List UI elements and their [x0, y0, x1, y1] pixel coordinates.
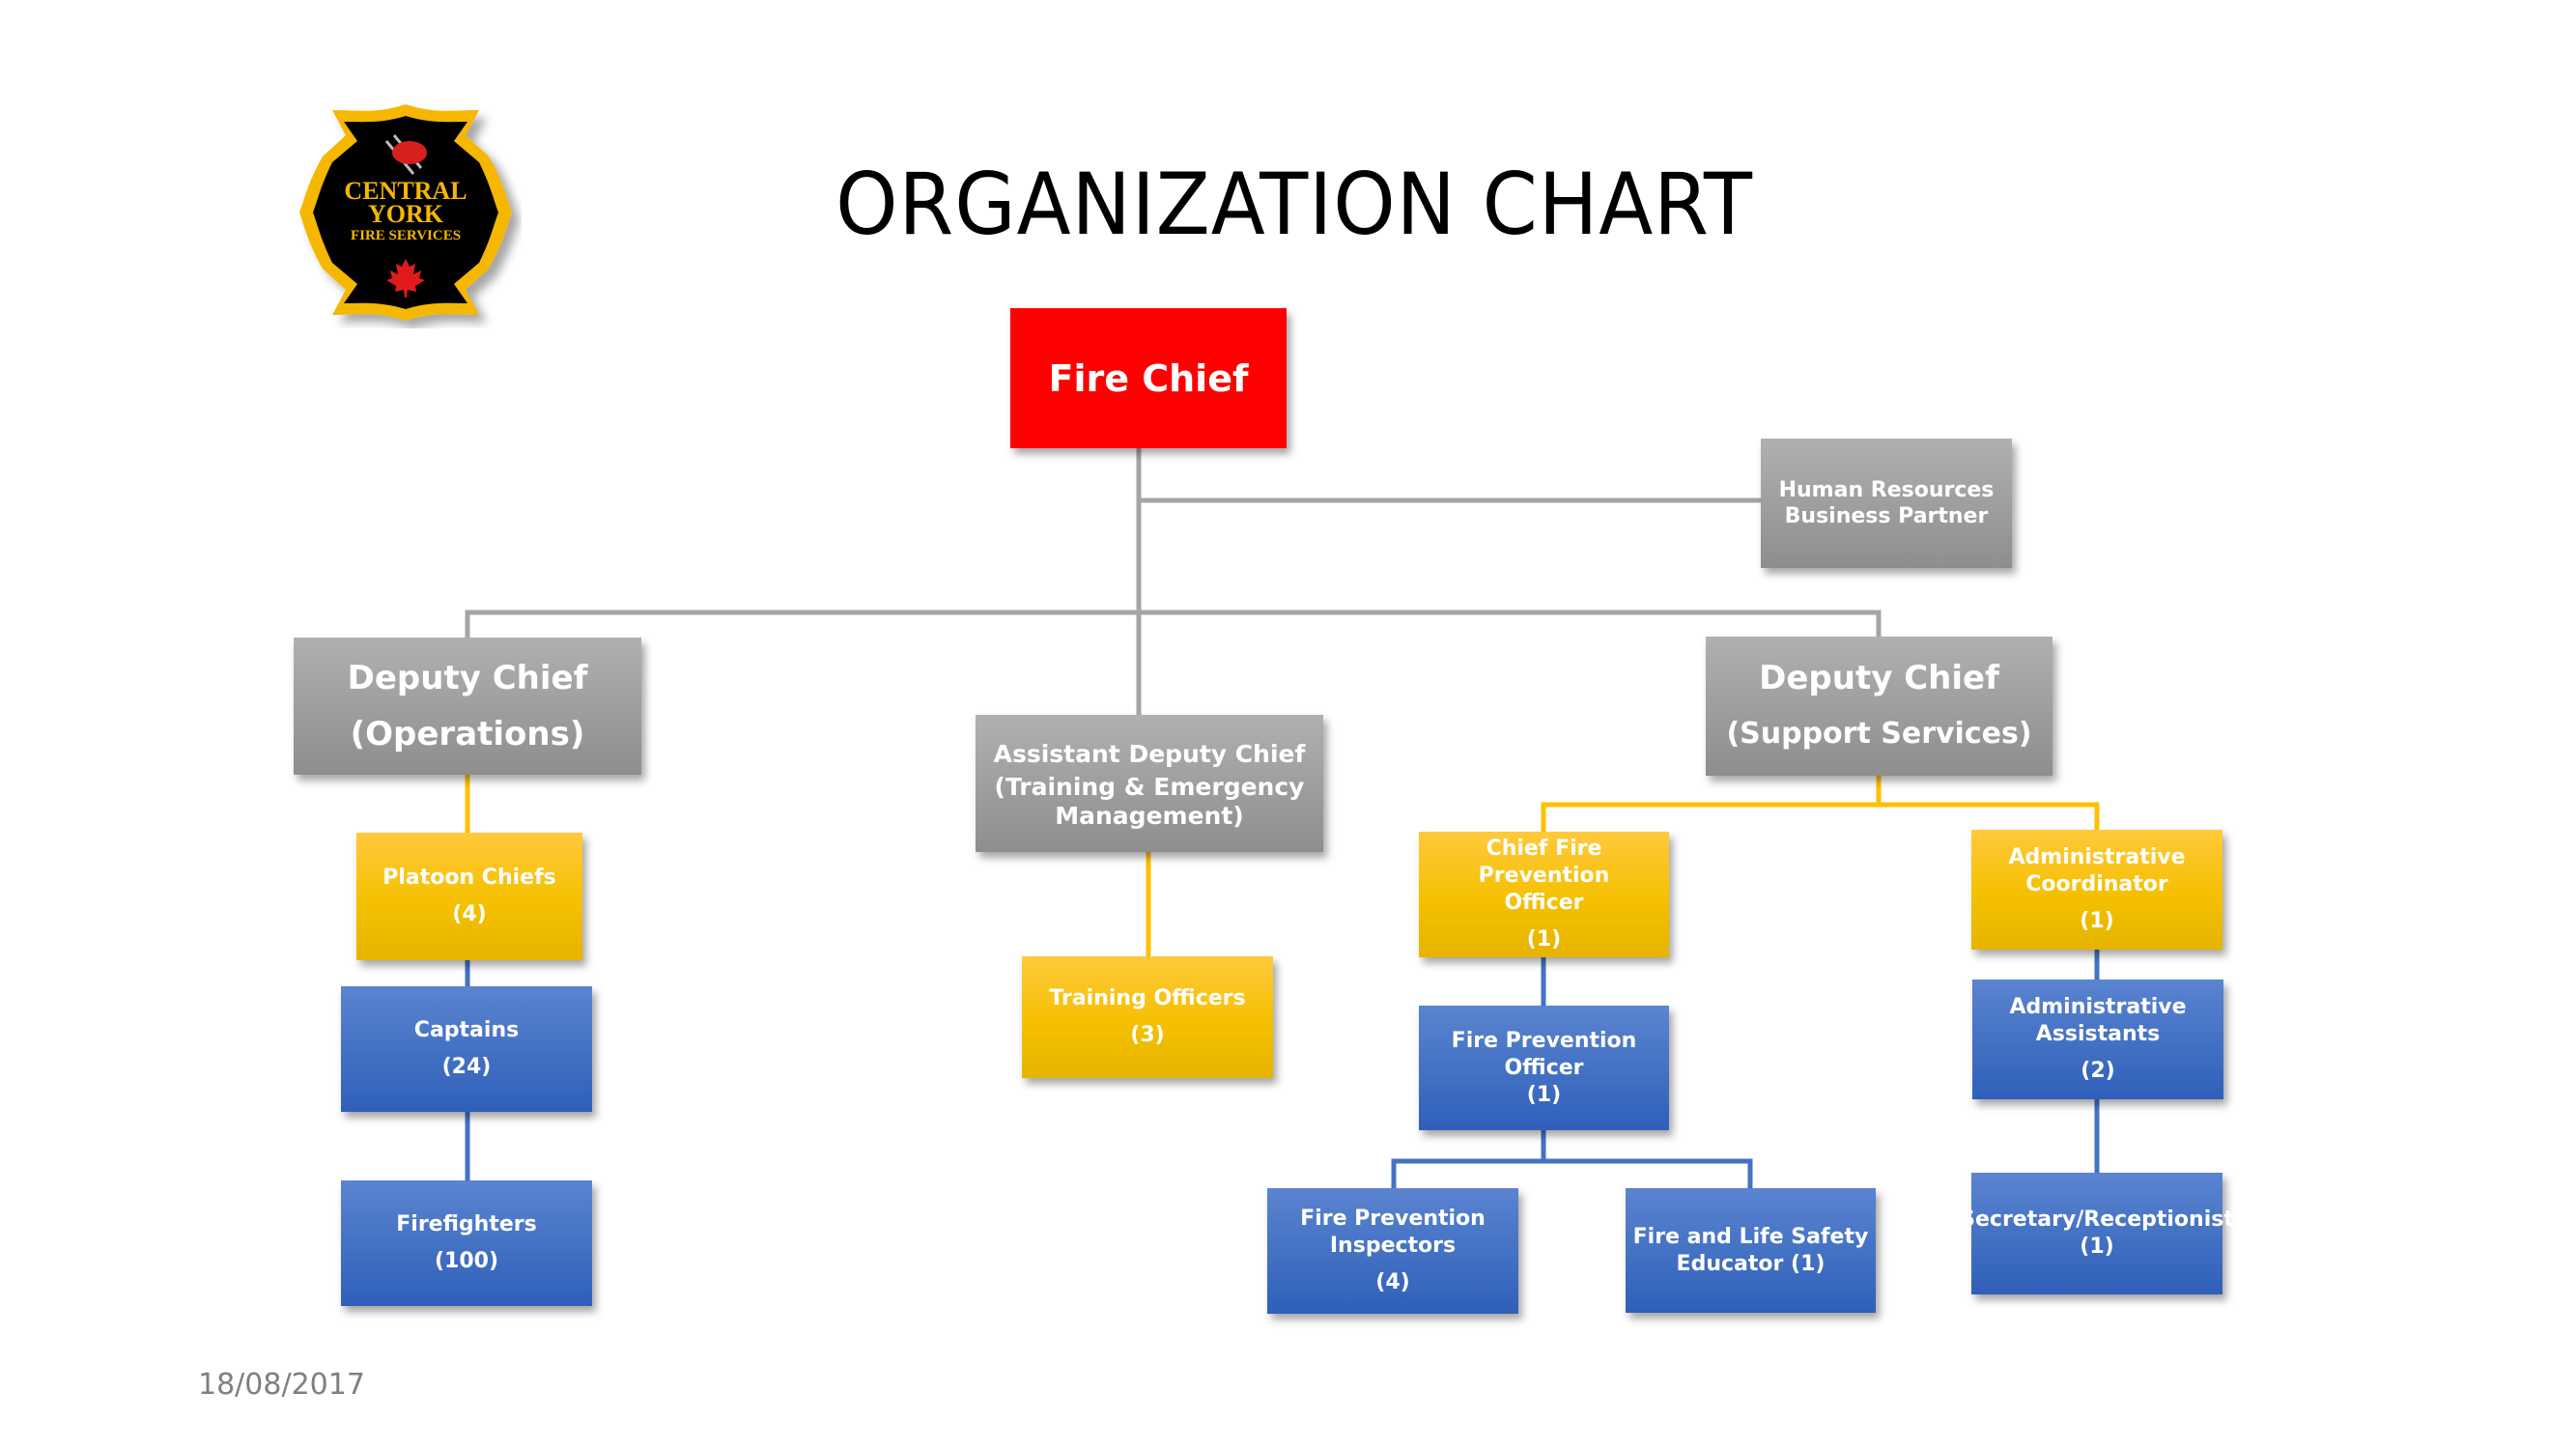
maltese-cross-badge-icon: CENTRAL YORK FIRE SERVICES: [299, 104, 512, 321]
node-deputy-chief-support-services: Deputy Chief (Support Services): [1706, 637, 2052, 776]
node-count: (4): [452, 902, 487, 926]
connector-support-bus: [1541, 802, 2100, 832]
node-label: Fire Prevention: [1300, 1207, 1486, 1231]
node-count: (24): [441, 1055, 492, 1079]
org-chart-slide: CENTRAL YORK FIRE SERVICES ORGANIZATION …: [0, 0, 2576, 1449]
node-fire-life-safety-educator: Fire and Life Safety Educator (1): [1626, 1188, 1876, 1313]
node-fire-chief: Fire Chief: [1010, 308, 1287, 448]
node-count: (4): [1375, 1270, 1410, 1294]
node-assistant-deputy-chief: Assistant Deputy Chief (Training & Emerg…: [976, 715, 1323, 852]
node-label: Deputy Chief: [347, 659, 588, 697]
node-label: Inspectors: [1329, 1234, 1457, 1258]
node-fire-prevention-inspectors: Fire Prevention Inspectors (4): [1267, 1188, 1518, 1314]
node-label: (Operations): [350, 715, 585, 753]
node-label: Fire and Life Safety: [1632, 1224, 1869, 1249]
node-count: (100): [434, 1249, 499, 1273]
node-label: Officer: [1504, 891, 1584, 915]
node-hr-business-partner: Human Resources Business Partner: [1761, 439, 2012, 568]
node-label: Fire Chief: [1048, 356, 1249, 400]
node-label: Firefighters: [396, 1212, 537, 1236]
node-count: (3): [1130, 1023, 1165, 1047]
node-label: Training Officers: [1049, 986, 1246, 1010]
node-captains: Captains (24): [341, 986, 592, 1112]
node-label: Administrative: [2008, 845, 2186, 869]
node-training-officers: Training Officers (3): [1022, 956, 1273, 1078]
node-label: Fire Prevention Officer: [1451, 1028, 1637, 1080]
node-administrative-coordinator: Administrative Coordinator (1): [1971, 830, 2222, 950]
node-label: Coordinator: [2025, 872, 2168, 896]
connector-deputy-bus: [465, 610, 1882, 638]
node-label: Secretary/Receptionist: [1960, 1208, 2234, 1232]
node-label: Educator (1): [1676, 1251, 1826, 1276]
page-title: ORGANIZATION CHART: [835, 155, 1753, 254]
node-label: Administrative: [2009, 995, 2187, 1019]
node-firefighters: Firefighters (100): [341, 1180, 592, 1306]
connector-fpo-bus: [1391, 1158, 1753, 1188]
node-administrative-assistants: Administrative Assistants (2): [1972, 980, 2223, 1099]
central-york-fire-services-logo: CENTRAL YORK FIRE SERVICES: [290, 97, 522, 328]
node-chief-fire-prevention-officer: Chief Fire Prevention Officer (1): [1419, 832, 1669, 957]
node-label: Assistants: [2035, 1022, 2161, 1046]
node-label: Platoon Chiefs: [382, 866, 556, 890]
node-count: (1): [2080, 1235, 2114, 1259]
node-count: (1): [2080, 909, 2114, 933]
node-label: (Support Services): [1726, 717, 2032, 751]
node-label: Assistant Deputy Chief: [993, 740, 1306, 768]
node-deputy-chief-operations: Deputy Chief (Operations): [294, 638, 641, 775]
logo-text-line2: YORK: [368, 200, 444, 228]
node-label: Business Partner: [1784, 504, 1989, 528]
node-count: (1): [1526, 927, 1562, 952]
node-label: Human Resources: [1778, 478, 1995, 502]
slide-date: 18/08/2017: [198, 1368, 365, 1402]
node-count: (1): [1526, 1082, 1562, 1107]
node-label: Management): [1055, 802, 1244, 830]
node-fire-prevention-officer: Fire Prevention Officer (1): [1419, 1006, 1669, 1130]
node-secretary-receptionist: Secretary/Receptionist (1): [1960, 1173, 2234, 1294]
node-platoon-chiefs: Platoon Chiefs (4): [356, 833, 582, 960]
logo-text-line3: FIRE SERVICES: [351, 228, 461, 243]
node-label: (Training & Emergency: [994, 773, 1305, 801]
node-label: Captains: [413, 1018, 520, 1042]
node-label: Deputy Chief: [1759, 659, 1999, 697]
node-count: (2): [2081, 1059, 2115, 1083]
node-label: Chief Fire Prevention: [1478, 837, 1610, 888]
